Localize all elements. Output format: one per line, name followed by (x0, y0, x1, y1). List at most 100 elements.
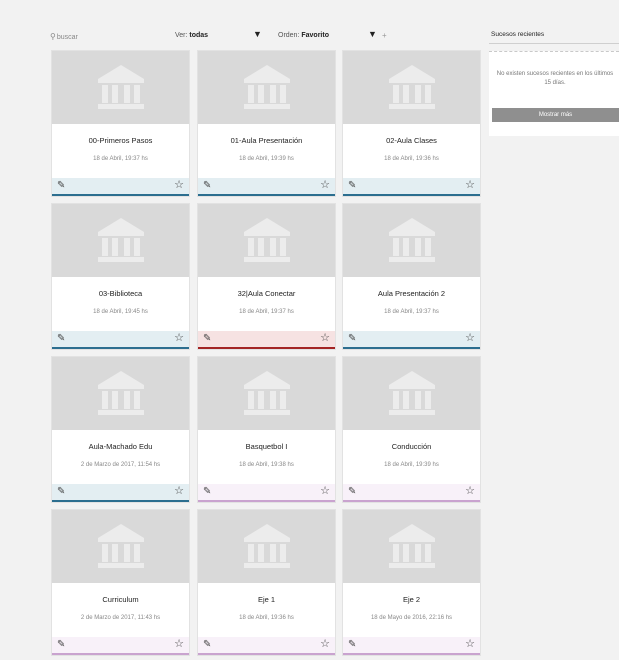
course-footer: ✎ ☆ (52, 178, 189, 194)
edit-icon[interactable]: ✎ (348, 334, 356, 344)
star-outline-icon[interactable]: ☆ (465, 638, 475, 650)
star-outline-icon[interactable]: ☆ (465, 179, 475, 191)
course-card[interactable]: 03-Biblioteca 18 de Abril, 19:45 hs ✎ ☆ (51, 203, 190, 350)
star-outline-icon[interactable]: ☆ (174, 485, 184, 497)
course-footer: ✎ ☆ (52, 484, 189, 500)
course-footer: ✎ ☆ (343, 178, 480, 194)
course-date: 2 de Marzo de 2017, 11:54 hs (80, 462, 161, 468)
course-card[interactable]: Basquetbol I 18 de Abril, 19:38 hs ✎ ☆ (197, 356, 336, 503)
star-outline-icon[interactable]: ☆ (174, 179, 184, 191)
star-outline-icon[interactable]: ☆ (465, 332, 475, 344)
course-card[interactable]: Eje 2 18 de Mayo de 2016, 22:16 hs ✎ ☆ (342, 509, 481, 656)
course-thumbnail[interactable] (198, 357, 335, 430)
view-dropdown-icon[interactable]: ▼ (253, 29, 262, 39)
edit-icon[interactable]: ✎ (203, 334, 211, 344)
add-button[interactable]: + (382, 31, 387, 40)
course-card[interactable]: Conducción 18 de Abril, 19:39 hs ✎ ☆ (342, 356, 481, 503)
search-icon: ⚲ (50, 32, 56, 41)
course-title[interactable]: 32|Aula Conectar (198, 289, 335, 298)
course-color-bar (343, 653, 480, 655)
course-thumbnail[interactable] (52, 51, 189, 124)
course-title[interactable]: Conducción (343, 442, 480, 451)
course-card[interactable]: Eje 1 18 de Abril, 19:36 hs ✎ ☆ (197, 509, 336, 656)
order-filter[interactable]: Orden: Favorito (278, 32, 329, 39)
recent-events-title: Sucesos recientes (491, 31, 545, 38)
course-title[interactable]: Curriculum (52, 595, 189, 604)
course-thumbnail[interactable] (52, 357, 189, 430)
course-title[interactable]: Basquetbol I (198, 442, 335, 451)
course-footer: ✎ ☆ (198, 178, 335, 194)
course-thumbnail[interactable] (343, 357, 480, 430)
course-title[interactable]: 01-Aula Presentación (198, 136, 335, 145)
course-thumbnail[interactable] (343, 510, 480, 583)
edit-icon[interactable]: ✎ (203, 487, 211, 497)
course-title[interactable]: 00-Primeros Pasos (52, 136, 189, 145)
course-date: 2 de Marzo de 2017, 11:43 hs (80, 615, 161, 621)
course-color-bar (198, 653, 335, 655)
course-footer: ✎ ☆ (343, 637, 480, 653)
course-date: 18 de Abril, 19:37 hs (239, 309, 294, 315)
star-outline-icon[interactable]: ☆ (320, 485, 330, 497)
course-card[interactable]: 32|Aula Conectar 18 de Abril, 19:37 hs ✎ ☆ (197, 203, 336, 350)
course-card[interactable]: Aula Presentación 2 18 de Abril, 19:37 hs… (342, 203, 481, 350)
search-input[interactable]: buscar (57, 34, 78, 41)
course-title[interactable]: 02-Aula Clases (343, 136, 480, 145)
course-footer: ✎ ☆ (198, 484, 335, 500)
edit-icon[interactable]: ✎ (348, 487, 356, 497)
view-label: Ver: (175, 32, 188, 39)
course-card[interactable]: 01-Aula Presentación 18 de Abril, 19:39 h… (197, 50, 336, 197)
course-color-bar (343, 500, 480, 502)
course-title[interactable]: Aula-Machado Edu (52, 442, 189, 451)
course-thumbnail[interactable] (198, 51, 335, 124)
recent-events-box: No existen sucesos recientes en los últi… (489, 51, 619, 136)
course-footer: ✎ ☆ (52, 637, 189, 653)
edit-icon[interactable]: ✎ (57, 334, 65, 344)
order-dropdown-icon[interactable]: ▼ (368, 29, 377, 39)
course-card[interactable]: 02-Aula Clases 18 de Abril, 19:36 hs ✎ ☆ (342, 50, 481, 197)
course-title[interactable]: 03-Biblioteca (52, 289, 189, 298)
course-date: 18 de Abril, 19:39 hs (384, 462, 439, 468)
star-outline-icon[interactable]: ☆ (174, 332, 184, 344)
star-outline-icon[interactable]: ☆ (320, 638, 330, 650)
course-color-bar (52, 194, 189, 196)
course-thumbnail[interactable] (52, 510, 189, 583)
course-thumbnail[interactable] (343, 51, 480, 124)
course-thumbnail[interactable] (343, 204, 480, 277)
edit-icon[interactable]: ✎ (57, 640, 65, 650)
order-value[interactable]: Favorito (301, 32, 329, 39)
course-thumbnail[interactable] (198, 204, 335, 277)
edit-icon[interactable]: ✎ (57, 181, 65, 191)
course-color-bar (52, 347, 189, 349)
course-title[interactable]: Eje 2 (343, 595, 480, 604)
course-thumbnail[interactable] (198, 510, 335, 583)
edit-icon[interactable]: ✎ (57, 487, 65, 497)
course-date: 18 de Abril, 19:38 hs (239, 462, 294, 468)
edit-icon[interactable]: ✎ (203, 640, 211, 650)
course-footer: ✎ ☆ (198, 637, 335, 653)
course-title[interactable]: Eje 1 (198, 595, 335, 604)
course-card[interactable]: Curriculum 2 de Marzo de 2017, 11:43 hs ✎ ☆ (51, 509, 190, 656)
course-date: 18 de Abril, 19:45 hs (93, 309, 148, 315)
star-outline-icon[interactable]: ☆ (465, 485, 475, 497)
course-card[interactable]: 00-Primeros Pasos 18 de Abril, 19:37 hs ✎ ☆ (51, 50, 190, 197)
view-filter[interactable]: Ver: todas (175, 32, 208, 39)
edit-icon[interactable]: ✎ (348, 640, 356, 650)
edit-icon[interactable]: ✎ (348, 181, 356, 191)
view-value[interactable]: todas (189, 32, 208, 39)
edit-icon[interactable]: ✎ (203, 181, 211, 191)
star-outline-icon[interactable]: ☆ (320, 332, 330, 344)
divider (489, 43, 619, 44)
course-date: 18 de Abril, 19:37 hs (384, 309, 439, 315)
order-label: Orden: (278, 32, 300, 39)
top-bar (0, 0, 619, 24)
star-outline-icon[interactable]: ☆ (174, 638, 184, 650)
course-title[interactable]: Aula Presentación 2 (343, 289, 480, 298)
course-card[interactable]: Aula-Machado Edu 2 de Marzo de 2017, 11:5… (51, 356, 190, 503)
show-more-button[interactable]: Mostrar más (492, 108, 619, 122)
course-date: 18 de Abril, 19:37 hs (93, 156, 148, 162)
course-color-bar (52, 653, 189, 655)
star-outline-icon[interactable]: ☆ (320, 179, 330, 191)
course-thumbnail[interactable] (52, 204, 189, 277)
search-box[interactable]: ⚲buscar (50, 32, 78, 41)
course-date: 18 de Mayo de 2016, 22:16 hs (370, 615, 453, 621)
